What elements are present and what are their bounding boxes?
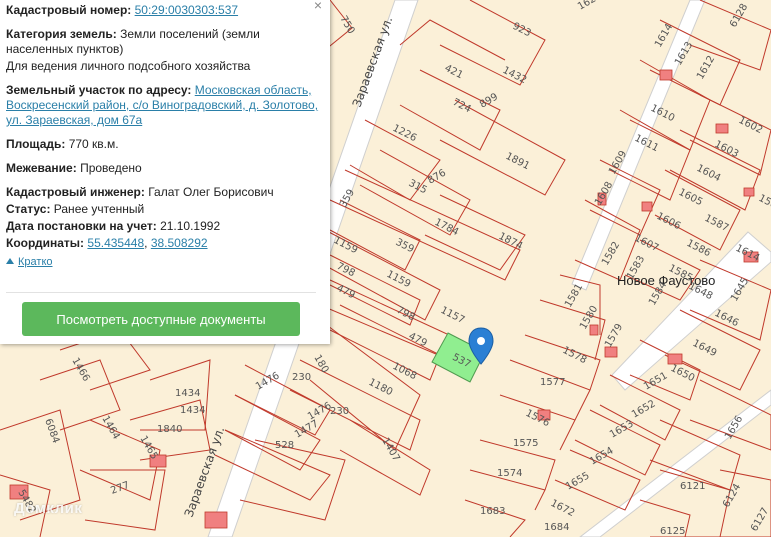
cadastral-label: Кадастровый номер: — [6, 3, 132, 17]
status-value: Ранее учтенный — [53, 202, 145, 216]
date-label: Дата постановки на учет: — [6, 219, 157, 233]
coords-label: Координаты: — [6, 236, 85, 250]
plot-label: 6121 — [680, 481, 705, 492]
area-row: Площадь: 770 кв.м. — [6, 137, 324, 152]
address-label: Земельный участок по адресу: — [6, 83, 192, 97]
category-row: Категория земель: Земли поселений (земли… — [6, 27, 324, 57]
coords-row: Координаты: 55.435448, 38.508292 — [6, 236, 324, 251]
plot-label: 1577 — [540, 377, 565, 388]
collapse-label: Кратко — [18, 256, 53, 268]
plot-label: 1574 — [497, 468, 522, 479]
plot-label: 1684 — [544, 522, 569, 533]
coords-lon-link[interactable]: 38.508292 — [151, 236, 208, 250]
watermark-logo: Домклик — [14, 500, 83, 517]
view-documents-button[interactable]: Посмотреть доступные документы — [22, 302, 300, 336]
engineer-value: Галат Олег Борисович — [148, 185, 274, 199]
plot-label: 6125 — [660, 526, 685, 537]
divider — [6, 292, 316, 293]
plot-label: 230 — [292, 372, 311, 383]
engineer-label: Кадастровый инженер: — [6, 185, 145, 199]
status-row: Статус: Ранее учтенный — [6, 202, 324, 217]
plot-label: 1683 — [480, 506, 505, 517]
engineer-row: Кадастровый инженер: Галат Олег Борисови… — [6, 185, 324, 200]
survey-value: Проведено — [80, 161, 142, 175]
collapse-toggle[interactable]: Кратко — [6, 255, 53, 270]
plot-label: 1434 — [175, 388, 200, 399]
coords-separator: , — [144, 236, 151, 250]
date-value: 21.10.1992 — [160, 219, 221, 233]
date-row: Дата постановки на учет: 21.10.1992 — [6, 219, 324, 234]
category-label: Категория земель: — [6, 27, 117, 41]
close-icon[interactable]: × — [314, 0, 322, 13]
plot-info-panel: × Кадастровый номер: 50:29:0030303:537 К… — [0, 0, 330, 344]
plot-label: 230 — [330, 406, 349, 417]
survey-label: Межевание: — [6, 161, 77, 175]
triangle-up-icon — [6, 258, 14, 264]
use-value: Для ведения личного подсобного хозяйства — [6, 59, 251, 73]
survey-row: Межевание: Проведено — [6, 161, 324, 176]
area-label: Площадь: — [6, 137, 66, 151]
cadastral-row: Кадастровый номер: 50:29:0030303:537 — [6, 3, 324, 18]
plot-label: 528 — [275, 440, 294, 451]
cadastral-link[interactable]: 50:29:0030303:537 — [135, 3, 238, 17]
plot-label: 1840 — [157, 424, 182, 435]
address-row: Земельный участок по адресу: Московская … — [6, 83, 324, 128]
plot-label: 1434 — [180, 405, 205, 416]
coords-lat-link[interactable]: 55.435448 — [87, 236, 144, 250]
plot-label: 1575 — [513, 438, 538, 449]
area-value: 770 кв.м. — [68, 137, 119, 151]
status-label: Статус: — [6, 202, 51, 216]
